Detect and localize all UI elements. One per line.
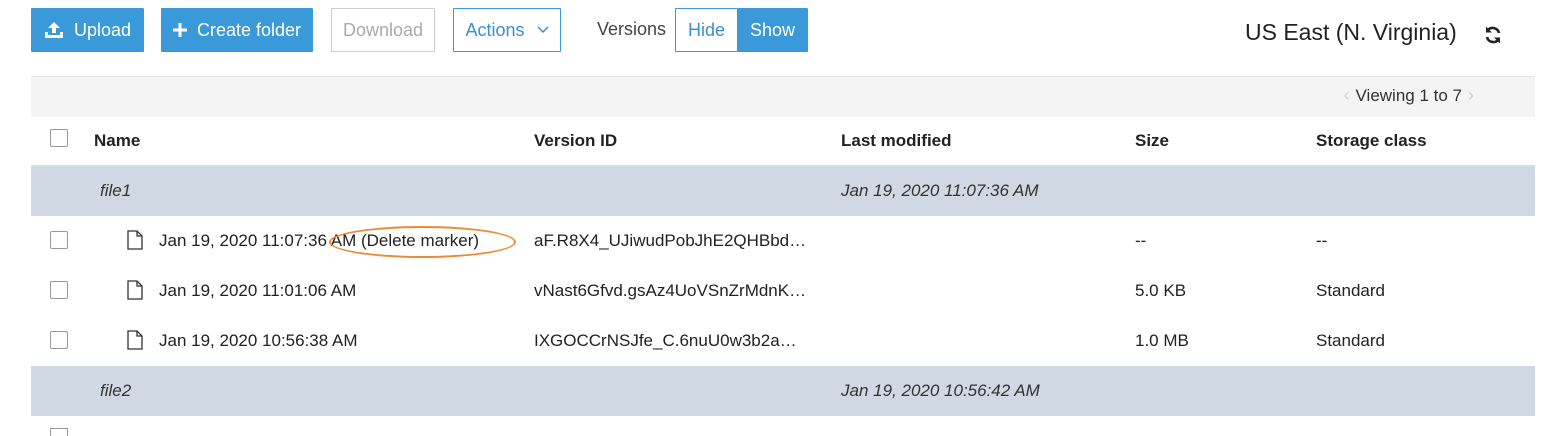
region-label: US East (N. Virginia) xyxy=(1245,19,1457,45)
table-header: Name Version ID Last modified Size Stora… xyxy=(31,117,1535,166)
versions-hide-button[interactable]: Hide xyxy=(675,8,738,52)
upload-button[interactable]: Upload xyxy=(31,8,144,52)
version-id: IXGOCCrNSJfe_C.6nuU0w3b2a… xyxy=(534,331,797,350)
show-label: Show xyxy=(749,19,796,40)
actions-label: Actions xyxy=(465,19,525,40)
column-header-version-id[interactable]: Version ID xyxy=(534,131,617,151)
select-all-checkbox[interactable] xyxy=(50,129,68,147)
column-header-size[interactable]: Size xyxy=(1135,131,1169,151)
row-checkbox[interactable] xyxy=(50,281,68,299)
plus-icon xyxy=(172,23,187,37)
file-icon xyxy=(127,230,143,255)
pagination: ‹ Viewing 1 to 7 › xyxy=(1338,85,1480,106)
versions-show-button[interactable]: Show xyxy=(737,8,808,52)
table-row[interactable]: Jan 19, 2020 11:07:36 AM (Delete marker)… xyxy=(31,216,1535,266)
version-name[interactable]: Jan 19, 2020 11:01:06 AM xyxy=(159,281,356,301)
create-folder-label: Create folder xyxy=(196,19,302,40)
file-icon xyxy=(127,280,143,305)
group-row-file2[interactable]: file2 Jan 19, 2020 10:56:42 AM xyxy=(31,366,1535,416)
table-row[interactable]: Jan 19, 2020 11:01:06 AM vNast6Gfvd.gsAz… xyxy=(31,266,1535,316)
column-header-name[interactable]: Name xyxy=(94,131,140,151)
storage-class: -- xyxy=(1316,231,1328,250)
chevron-down-icon xyxy=(536,26,549,34)
group-name[interactable]: file1 xyxy=(100,181,131,201)
version-id: vNast6Gfvd.gsAz4UoVSnZrMdnK… xyxy=(534,281,807,300)
group-name[interactable]: file2 xyxy=(100,381,131,401)
hide-label: Hide xyxy=(687,19,726,40)
highlight-annotation xyxy=(329,226,516,258)
row-checkbox[interactable] xyxy=(50,231,68,249)
pagination-bar: ‹ Viewing 1 to 7 › xyxy=(31,76,1535,117)
group-row-file1[interactable]: file1 Jan 19, 2020 11:07:36 AM xyxy=(31,166,1535,216)
column-header-last-modified[interactable]: Last modified xyxy=(841,131,952,151)
upload-icon xyxy=(44,21,64,39)
download-label: Download xyxy=(342,19,424,40)
chevron-right-icon[interactable]: › xyxy=(1468,85,1474,106)
column-header-storage-class[interactable]: Storage class xyxy=(1316,131,1427,151)
toolbar: Upload Create folder Download Actions Ve… xyxy=(0,0,1561,60)
size: 5.0 KB xyxy=(1135,281,1187,300)
refresh-icon[interactable] xyxy=(1483,25,1503,50)
actions-dropdown[interactable]: Actions xyxy=(453,8,561,52)
group-last-modified: Jan 19, 2020 10:56:42 AM xyxy=(841,381,1040,400)
storage-class: Standard xyxy=(1316,281,1385,300)
create-folder-button[interactable]: Create folder xyxy=(161,8,313,52)
storage-class: Standard xyxy=(1316,331,1385,350)
chevron-left-icon[interactable]: ‹ xyxy=(1344,85,1350,106)
size: 1.0 MB xyxy=(1135,331,1189,350)
table-row[interactable]: Jan 19, 2020 10:56:38 AM IXGOCCrNSJfe_C.… xyxy=(31,316,1535,366)
pagination-text: Viewing 1 to 7 xyxy=(1355,85,1462,105)
version-id: aF.R8X4_UJiwudPobJhE2QHBbd… xyxy=(534,231,807,250)
file-icon xyxy=(127,330,143,355)
row-checkbox[interactable] xyxy=(50,331,68,349)
upload-label: Upload xyxy=(73,19,132,40)
version-name[interactable]: Jan 19, 2020 10:56:38 AM xyxy=(159,331,358,351)
row-checkbox[interactable] xyxy=(50,428,68,436)
versions-label: Versions xyxy=(597,19,667,39)
group-last-modified: Jan 19, 2020 11:07:36 AM xyxy=(841,181,1039,200)
download-button[interactable]: Download xyxy=(331,8,435,52)
size: -- xyxy=(1135,231,1147,250)
